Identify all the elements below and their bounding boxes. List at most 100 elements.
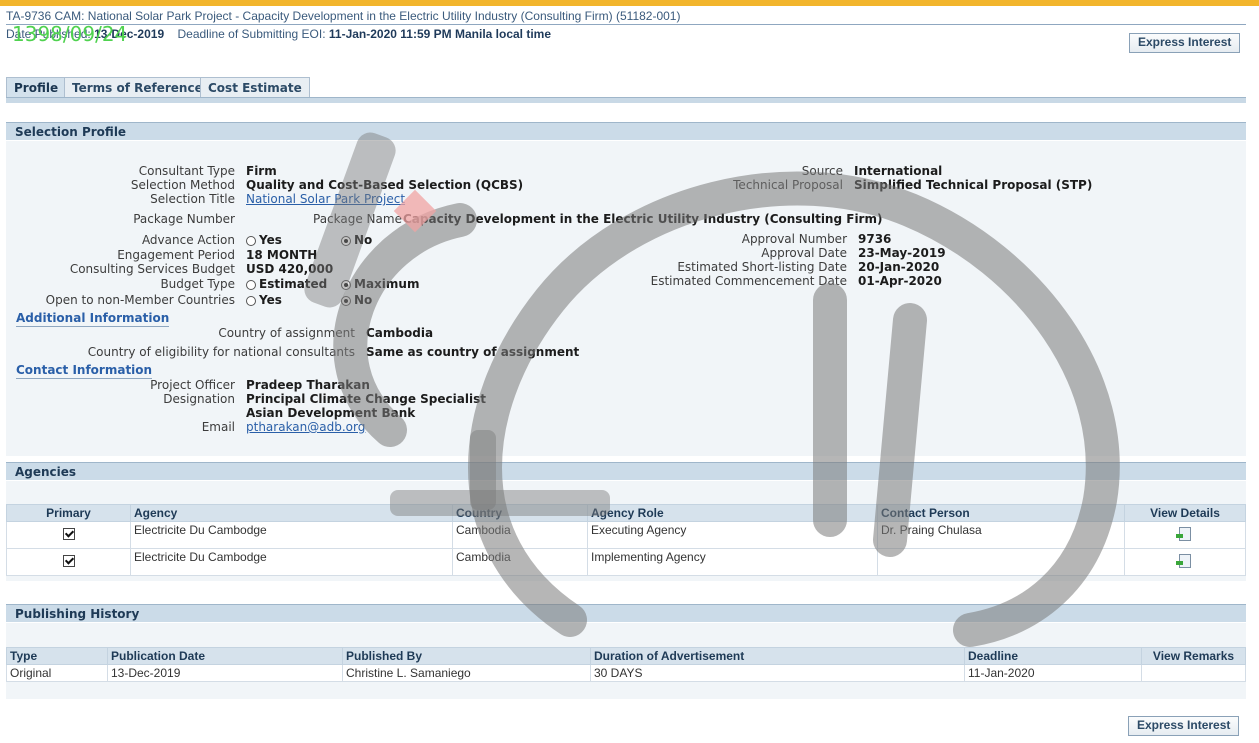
project-officer-value: Pradeep Tharakan bbox=[246, 378, 370, 392]
table-row: Original 13-Dec-2019 Christine L. Samani… bbox=[6, 664, 1246, 682]
open-non-member-yes[interactable]: Yes bbox=[246, 293, 282, 307]
technical-proposal-value: Simplified Technical Proposal (STP) bbox=[854, 178, 1093, 192]
approval-number-value: 9736 bbox=[858, 232, 892, 246]
type-cell: Original bbox=[6, 664, 108, 682]
duration-cell: 30 DAYS bbox=[590, 664, 965, 682]
commencement-value: 01-Apr-2020 bbox=[858, 274, 942, 288]
tab-profile[interactable]: Profile bbox=[6, 77, 67, 98]
title-divider bbox=[6, 24, 1246, 25]
designation-label: Designation bbox=[163, 392, 235, 406]
publication-date-cell: 13-Dec-2019 bbox=[107, 664, 343, 682]
radio-icon bbox=[246, 279, 256, 290]
radio-icon bbox=[246, 295, 256, 306]
country-eligibility-label: Country of eligibility for national cons… bbox=[87, 345, 355, 359]
col-publication-date: Publication Date bbox=[107, 647, 343, 665]
shortlisting-label: Estimated Short-listing Date bbox=[677, 260, 847, 274]
country-assignment-value: Cambodia bbox=[366, 326, 434, 340]
open-non-member-no[interactable]: No bbox=[341, 293, 372, 307]
advance-action-no[interactable]: No bbox=[341, 233, 372, 247]
agency-role-cell: Executing Agency bbox=[587, 521, 878, 549]
agency-cell: Electricite Du Cambodge bbox=[130, 548, 453, 576]
email-label: Email bbox=[201, 420, 235, 434]
radio-icon bbox=[246, 235, 256, 246]
country-cell: Cambodia bbox=[452, 548, 588, 576]
tab-underline bbox=[6, 97, 1246, 103]
consultant-type-value: Firm bbox=[246, 164, 277, 178]
col-agency-role: Agency Role bbox=[587, 504, 878, 522]
top-accent-bar bbox=[0, 0, 1259, 6]
radio-selected-icon bbox=[341, 295, 351, 306]
project-officer-label: Project Officer bbox=[150, 378, 235, 392]
checkbox-checked-icon[interactable] bbox=[62, 555, 75, 567]
budget-type-estimated[interactable]: Estimated bbox=[246, 277, 327, 291]
engagement-period-label: Engagement Period bbox=[117, 248, 235, 262]
advance-action-label: Advance Action bbox=[141, 233, 235, 247]
radio-selected-icon bbox=[341, 235, 351, 246]
history-header-row: Type Publication Date Published By Durat… bbox=[6, 647, 1246, 665]
country-cell: Cambodia bbox=[452, 521, 588, 549]
primary-cell bbox=[6, 548, 131, 576]
view-remarks-cell[interactable] bbox=[1141, 664, 1246, 682]
technical-proposal-label: Technical Proposal bbox=[733, 178, 843, 192]
selection-method-value: Quality and Cost-Based Selection (QCBS) bbox=[246, 178, 524, 192]
agency-cell: Electricite Du Cambodge bbox=[130, 521, 453, 549]
primary-cell bbox=[6, 521, 131, 549]
selection-title-label: Selection Title bbox=[150, 192, 235, 206]
agency-role-cell: Implementing Agency bbox=[587, 548, 878, 576]
package-name-value: Capacity Development in the Electric Uti… bbox=[403, 212, 883, 226]
selection-title-link[interactable]: National Solar Park Project bbox=[246, 192, 405, 206]
col-deadline: Deadline bbox=[964, 647, 1142, 665]
express-interest-button-bottom[interactable]: Express Interest bbox=[1128, 716, 1240, 736]
engagement-period-value: 18 MONTH bbox=[246, 248, 318, 262]
page-title: TA-9736 CAM: National Solar Park Project… bbox=[6, 9, 681, 23]
col-type: Type bbox=[6, 647, 108, 665]
table-row: Electricite Du Cambodge Cambodia Executi… bbox=[6, 521, 1246, 549]
shortlisting-value: 20-Jan-2020 bbox=[858, 260, 940, 274]
col-contact-person: Contact Person bbox=[877, 504, 1125, 522]
email-link[interactable]: ptharakan@adb.org bbox=[246, 420, 365, 434]
budget-type-maximum[interactable]: Maximum bbox=[341, 277, 419, 291]
view-details-cell bbox=[1124, 521, 1246, 549]
publishing-history-header: Publishing History bbox=[6, 604, 1246, 622]
publishing-history-table: Type Publication Date Published By Durat… bbox=[6, 647, 1246, 682]
approval-number-label: Approval Number bbox=[741, 232, 847, 246]
col-view-details: View Details bbox=[1124, 504, 1246, 522]
country-assignment-label: Country of assignment bbox=[218, 326, 355, 340]
tab-cost-estimate[interactable]: Cost Estimate bbox=[200, 77, 310, 98]
source-value: International bbox=[854, 164, 943, 178]
agencies-header: Agencies bbox=[6, 462, 1246, 480]
table-row: Electricite Du Cambodge Cambodia Impleme… bbox=[6, 548, 1246, 576]
checkbox-checked-icon[interactable] bbox=[62, 528, 75, 540]
contact-information-heading[interactable]: Contact Information bbox=[16, 363, 153, 379]
view-details-icon[interactable] bbox=[1176, 527, 1191, 541]
view-details-icon[interactable] bbox=[1176, 554, 1191, 568]
col-duration: Duration of Advertisement bbox=[590, 647, 965, 665]
commencement-label: Estimated Commencement Date bbox=[650, 274, 847, 288]
view-details-cell bbox=[1124, 548, 1246, 576]
deadline-label: Deadline of Submitting EOI: bbox=[177, 27, 326, 41]
deadline-cell: 11-Jan-2020 bbox=[964, 664, 1142, 682]
budget-value: USD 420,000 bbox=[246, 262, 334, 276]
source-label: Source bbox=[801, 164, 843, 178]
organization-value: Asian Development Bank bbox=[246, 406, 416, 420]
radio-selected-icon bbox=[341, 279, 351, 290]
approval-date-label: Approval Date bbox=[761, 246, 847, 260]
approval-date-value: 23-May-2019 bbox=[858, 246, 946, 260]
contact-person-cell bbox=[877, 548, 1125, 576]
additional-information-heading[interactable]: Additional Information bbox=[16, 311, 170, 327]
consultant-type-label: Consultant Type bbox=[138, 164, 235, 178]
selection-profile-header: Selection Profile bbox=[6, 122, 1246, 140]
open-non-member-label: Open to non-Member Countries bbox=[45, 293, 235, 307]
express-interest-button-top[interactable]: Express Interest bbox=[1129, 33, 1241, 53]
agencies-header-row: Primary Agency Country Agency Role Conta… bbox=[6, 504, 1246, 522]
package-name-label: Package Name bbox=[313, 212, 402, 226]
country-eligibility-value: Same as country of assignment bbox=[366, 345, 580, 359]
selection-method-label: Selection Method bbox=[130, 178, 235, 192]
contact-person-cell: Dr. Praing Chulasa bbox=[877, 521, 1125, 549]
budget-label: Consulting Services Budget bbox=[69, 262, 235, 276]
agencies-table: Primary Agency Country Agency Role Conta… bbox=[6, 504, 1246, 576]
advance-action-yes[interactable]: Yes bbox=[246, 233, 282, 247]
designation-value: Principal Climate Change Specialist bbox=[246, 392, 486, 406]
published-by-cell: Christine L. Samaniego bbox=[342, 664, 591, 682]
tab-terms-of-reference[interactable]: Terms of Reference bbox=[64, 77, 211, 98]
